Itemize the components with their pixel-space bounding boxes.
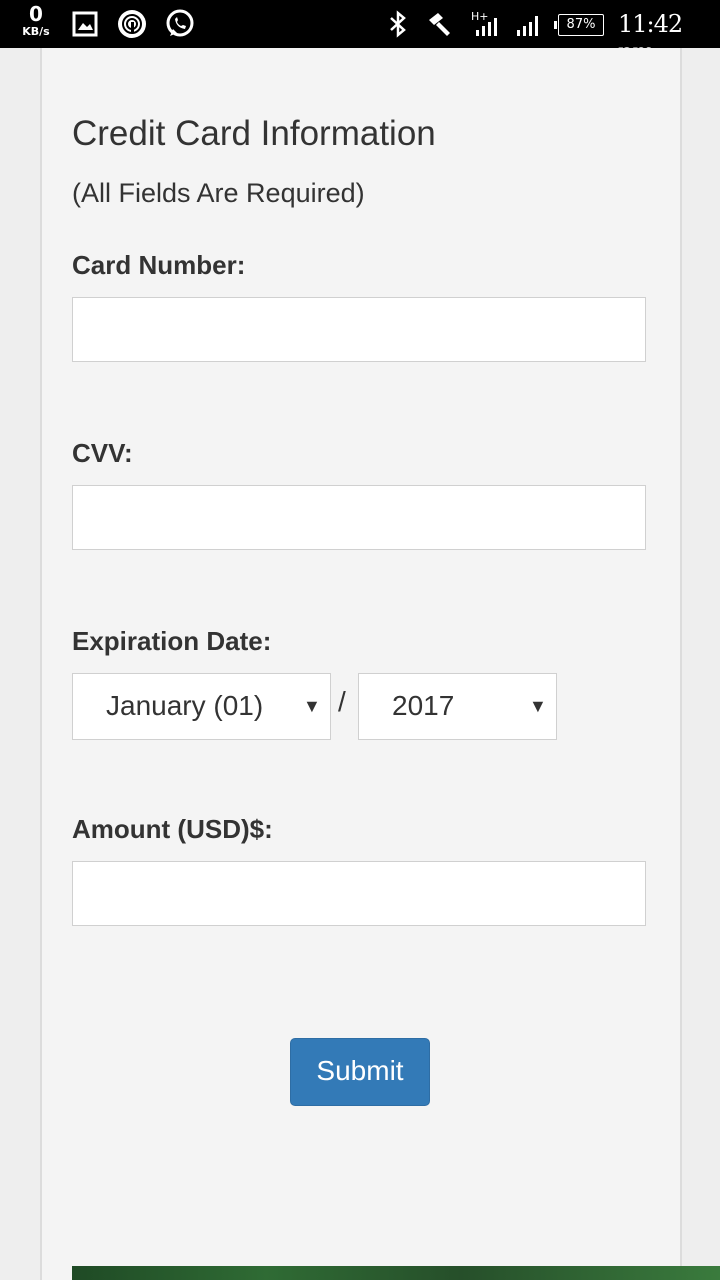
signal-h-plus-icon: H+ (471, 10, 497, 36)
network-speed-unit: KB/s (22, 25, 50, 38)
page-title: Credit Card Information (72, 114, 436, 153)
network-speed: 0 KB/s (18, 4, 54, 37)
hammer-icon (429, 13, 450, 36)
svg-text:H+: H+ (471, 10, 489, 23)
whatsapp-icon (166, 9, 194, 37)
network-speed-value: 0 (29, 2, 43, 26)
amount-input[interactable] (72, 861, 646, 926)
banner-image-edge (72, 1266, 720, 1280)
chevron-down-icon: ▼ (303, 696, 321, 716)
date-separator: / (338, 686, 346, 717)
expiration-month-select[interactable]: January (01) ▼ (72, 673, 331, 740)
chevron-down-icon: ▼ (529, 696, 547, 716)
submit-button[interactable]: Submit (290, 1038, 430, 1106)
signal-icon (517, 16, 538, 36)
hotspot-icon (118, 10, 146, 38)
gallery-icon (72, 11, 98, 37)
battery-indicator: 87% (554, 14, 604, 36)
card-number-input[interactable] (72, 297, 646, 362)
bluetooth-icon (390, 10, 406, 38)
expiration-year-value: 2017 (392, 690, 455, 721)
required-note: (All Fields Are Required) (72, 178, 365, 208)
expiration-month-value: January (01) (106, 690, 264, 721)
cvv-label: CVV: (72, 438, 133, 468)
status-bar: 0 KB/s H+ 87% 11:42 pm (0, 0, 720, 66)
cvv-input[interactable] (72, 485, 646, 550)
expiration-year-select[interactable]: 2017 ▼ (358, 673, 557, 740)
expiration-date-label: Expiration Date: (72, 626, 272, 656)
amount-label: Amount (USD)$: (72, 814, 273, 844)
card-number-label: Card Number: (72, 250, 246, 280)
